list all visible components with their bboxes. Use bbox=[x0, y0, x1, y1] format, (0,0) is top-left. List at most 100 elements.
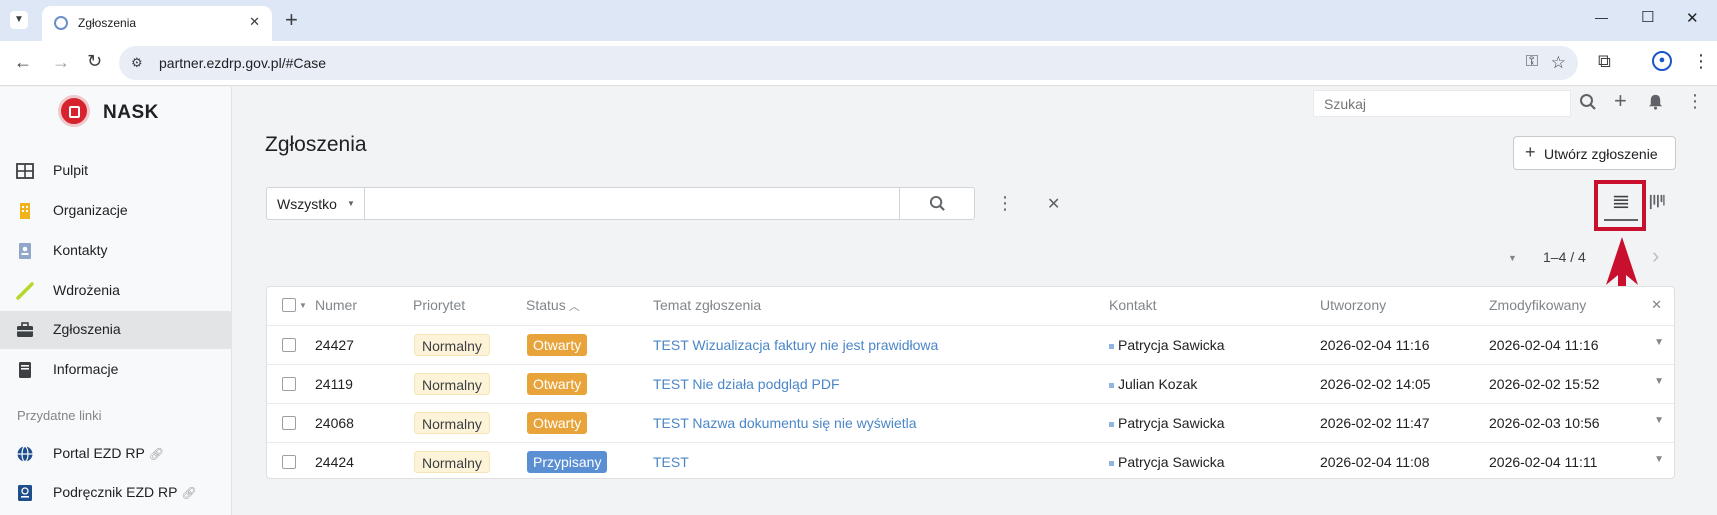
table-row[interactable]: 24424 Normalny Przypisany TEST Patrycja … bbox=[267, 442, 1674, 481]
profile-icon[interactable]: ● bbox=[1652, 51, 1672, 71]
col-header-number[interactable]: Numer bbox=[315, 297, 357, 313]
filter-select-value: Wszystko bbox=[277, 196, 337, 212]
filter-search-input[interactable] bbox=[366, 188, 898, 219]
tab-search-chevron-icon[interactable]: ▼ bbox=[10, 11, 28, 29]
bell-icon[interactable] bbox=[1647, 93, 1664, 110]
sidebar-item-pulpit[interactable]: Pulpit bbox=[0, 152, 232, 190]
col-header-modified[interactable]: Zmodyfikowany bbox=[1489, 297, 1586, 313]
next-page-icon[interactable]: › bbox=[1652, 243, 1659, 269]
globe-icon bbox=[17, 445, 33, 463]
filter-options-icon[interactable]: ⋮ bbox=[996, 193, 1014, 214]
search-icon[interactable] bbox=[1579, 93, 1597, 111]
row-contact-name: Patrycja Sawicka bbox=[1118, 337, 1225, 353]
row-created: 2026-02-02 11:47 bbox=[1320, 415, 1430, 431]
table-header: ▼ Numer Priorytet Status ︿ Temat zgłoszen… bbox=[267, 287, 1674, 325]
plus-icon: + bbox=[1525, 142, 1536, 162]
close-columns-icon[interactable]: ✕ bbox=[1651, 297, 1662, 313]
row-expand-icon[interactable]: ▼ bbox=[1654, 415, 1664, 426]
sidebar-item-label: Kontakty bbox=[53, 242, 108, 258]
row-checkbox[interactable] bbox=[282, 338, 296, 352]
filter-select[interactable]: Wszystko ▼ bbox=[267, 188, 365, 219]
sidebar-item-label: Informacje bbox=[53, 361, 119, 377]
extensions-icon[interactable]: ⧉ bbox=[1598, 52, 1611, 70]
priority-badge: Normalny bbox=[414, 412, 490, 434]
row-subject-link[interactable]: TEST Nazwa dokumentu się nie wyświetla bbox=[653, 415, 917, 431]
url-text[interactable]: partner.ezdrp.gov.pl/#Case bbox=[159, 55, 326, 71]
table-row[interactable]: 24119 Normalny Otwarty TEST Nie działa p… bbox=[267, 364, 1674, 403]
row-contact-name: Julian Kozak bbox=[1118, 376, 1198, 392]
nask-emblem-icon bbox=[58, 95, 90, 127]
col-header-subject[interactable]: Temat zgłoszenia bbox=[653, 297, 761, 313]
sidebar-item-informacje[interactable]: Informacje bbox=[0, 351, 232, 389]
col-header-priority[interactable]: Priorytet bbox=[413, 297, 465, 313]
useful-links-heading: Przydatne linki bbox=[17, 408, 102, 423]
reload-icon[interactable]: ↻ bbox=[87, 52, 102, 70]
sidebar-item-wdrozenia[interactable]: Wdrożenia bbox=[0, 272, 232, 310]
address-bar[interactable]: ⚙ partner.ezdrp.gov.pl/#Case ⚿ ☆ bbox=[119, 46, 1578, 80]
row-contact[interactable]: Patrycja Sawicka bbox=[1109, 454, 1225, 470]
create-ticket-button[interactable]: + Utwórz zgłoszenie bbox=[1513, 136, 1676, 170]
new-tab-button[interactable]: + bbox=[285, 7, 298, 33]
add-icon[interactable]: + bbox=[1614, 88, 1627, 114]
row-checkbox[interactable] bbox=[282, 416, 296, 430]
status-badge: Przypisany bbox=[527, 451, 608, 473]
search-icon bbox=[929, 195, 945, 211]
row-contact[interactable]: Patrycja Sawicka bbox=[1109, 415, 1225, 431]
status-badge: Otwarty bbox=[527, 373, 588, 395]
maximize-button[interactable]: ☐ bbox=[1641, 8, 1654, 26]
global-search-input[interactable] bbox=[1313, 90, 1571, 117]
forward-arrow-icon[interactable]: → bbox=[52, 53, 70, 71]
sidebar-item-kontakty[interactable]: Kontakty bbox=[0, 232, 232, 270]
list-view-icon[interactable] bbox=[1613, 194, 1629, 210]
row-expand-icon[interactable]: ▼ bbox=[1654, 337, 1664, 348]
browser-tab-strip: ▼ Zgłoszenia ✕ + — ☐ ✕ bbox=[0, 0, 1717, 41]
table-row[interactable]: 24068 Normalny Otwarty TEST Nazwa dokume… bbox=[267, 403, 1674, 442]
row-checkbox[interactable] bbox=[282, 377, 296, 391]
row-contact[interactable]: Patrycja Sawicka bbox=[1109, 337, 1225, 353]
row-checkbox[interactable] bbox=[282, 455, 296, 469]
row-contact-name: Patrycja Sawicka bbox=[1118, 415, 1225, 431]
select-all-checkbox[interactable] bbox=[282, 298, 296, 312]
row-subject-link[interactable]: TEST Nie działa podgląd PDF bbox=[653, 376, 840, 392]
list-view-underline bbox=[1604, 219, 1638, 221]
browser-tab[interactable]: Zgłoszenia ✕ bbox=[42, 6, 272, 41]
row-number: 24068 bbox=[315, 415, 354, 431]
password-key-icon[interactable]: ⚿ bbox=[1526, 53, 1538, 71]
app-menu-icon[interactable]: ⋮ bbox=[1686, 91, 1704, 112]
pagination-dropdown-icon[interactable]: ▼ bbox=[1508, 253, 1517, 263]
row-subject-link[interactable]: TEST bbox=[653, 454, 689, 470]
minimize-button[interactable]: — bbox=[1595, 10, 1608, 25]
row-subject-link[interactable]: TEST Wizualizacja faktury nie jest prawi… bbox=[653, 337, 938, 353]
row-expand-icon[interactable]: ▼ bbox=[1654, 376, 1664, 387]
bookmark-star-icon[interactable]: ☆ bbox=[1551, 53, 1566, 73]
row-number: 24424 bbox=[315, 454, 354, 470]
browser-menu-icon[interactable]: ⋮ bbox=[1692, 52, 1710, 70]
sidebar-link-manual[interactable]: Podręcznik EZD RP 🔗︎ bbox=[0, 474, 232, 512]
col-header-status[interactable]: Status ︿ bbox=[526, 297, 580, 314]
logo-text: NASK bbox=[103, 102, 159, 123]
row-contact[interactable]: Julian Kozak bbox=[1109, 376, 1197, 392]
clear-filter-icon[interactable]: ✕ bbox=[1047, 194, 1060, 214]
create-ticket-label: Utwórz zgłoszenie bbox=[1544, 146, 1658, 162]
row-expand-icon[interactable]: ▼ bbox=[1654, 454, 1664, 465]
building-icon bbox=[20, 203, 30, 219]
filter-search-button[interactable] bbox=[899, 188, 974, 219]
book-icon bbox=[19, 362, 31, 378]
row-created: 2026-02-04 11:08 bbox=[1320, 454, 1430, 470]
row-number: 24427 bbox=[315, 337, 354, 353]
close-window-button[interactable]: ✕ bbox=[1686, 9, 1699, 27]
col-header-created[interactable]: Utworzony bbox=[1320, 297, 1386, 313]
select-all-chevron-icon[interactable]: ▼ bbox=[299, 301, 307, 310]
site-settings-icon[interactable]: ⚙ bbox=[131, 55, 143, 71]
sidebar-item-organizacje[interactable]: Organizacje bbox=[0, 192, 232, 230]
sidebar-item-zgloszenia[interactable]: Zgłoszenia bbox=[0, 311, 232, 349]
sidebar-link-portal[interactable]: Portal EZD RP 🔗︎ bbox=[0, 435, 232, 473]
tab-close-icon[interactable]: ✕ bbox=[249, 14, 260, 30]
row-modified: 2026-02-04 11:11 bbox=[1489, 454, 1598, 470]
table-row[interactable]: 24427 Normalny Otwarty TEST Wizualizacja… bbox=[267, 325, 1674, 364]
back-arrow-icon[interactable]: ← bbox=[14, 53, 32, 71]
kanban-view-icon[interactable] bbox=[1649, 194, 1665, 210]
row-modified: 2026-02-02 15:52 bbox=[1489, 376, 1600, 392]
nask-logo[interactable]: NASK bbox=[58, 95, 188, 129]
col-header-contact[interactable]: Kontakt bbox=[1109, 297, 1156, 313]
